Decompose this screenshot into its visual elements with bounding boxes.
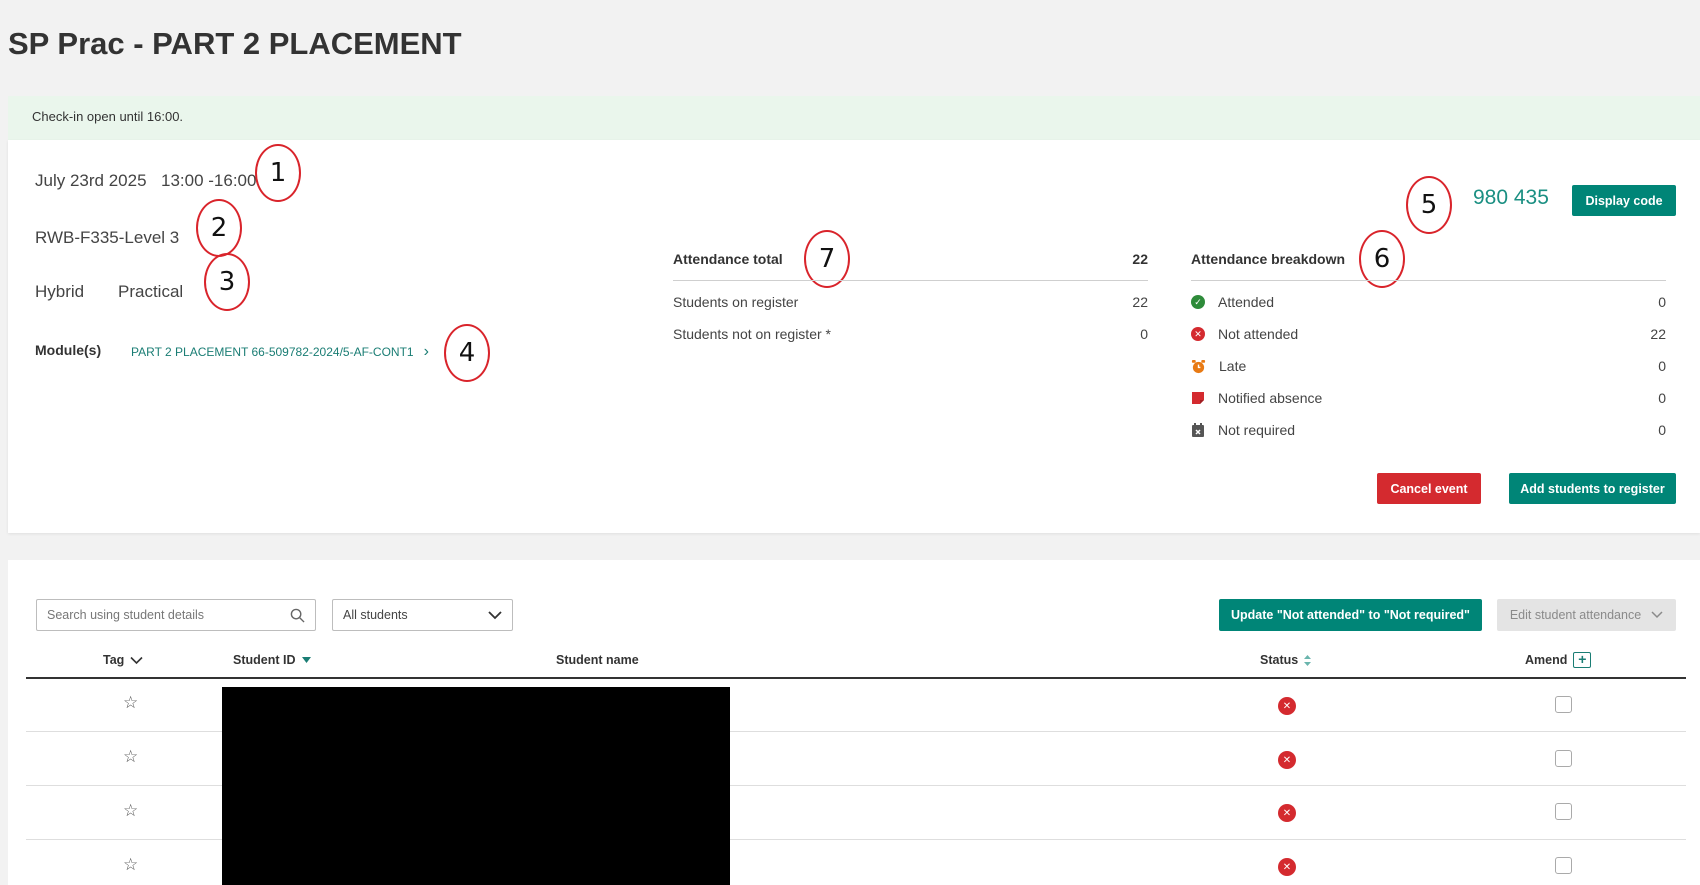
breakdown-row-not-required: Not required 0 <box>1191 422 1666 438</box>
breakdown-row-not-attended: ✕ Not attended 22 <box>1191 326 1666 342</box>
breakdown-value: 0 <box>1658 422 1666 438</box>
calendar-x-icon <box>1192 422 1204 437</box>
attendance-breakdown-title: Attendance breakdown <box>1191 251 1346 267</box>
star-icon[interactable]: ☆ <box>123 855 138 875</box>
update-not-attended-button[interactable]: Update "Not attended" to "Not required" <box>1219 599 1482 631</box>
edit-student-attendance-button[interactable]: Edit student attendance <box>1497 599 1676 631</box>
students-not-on-register-value: 0 <box>1140 326 1148 342</box>
display-code-button[interactable]: Display code <box>1572 185 1676 216</box>
redacted-student-details <box>222 687 730 885</box>
annotation-marker-4: 4 <box>444 324 490 382</box>
breakdown-row-notified-absence: Notified absence 0 <box>1191 390 1666 406</box>
checkin-banner: Check-in open until 16:00. <box>8 96 1700 141</box>
page-title: SP Prac - PART 2 PLACEMENT <box>8 26 462 61</box>
x-circle-icon: ✕ <box>1278 858 1296 876</box>
students-not-on-register-label: Students not on register * <box>673 326 831 342</box>
amend-checkbox[interactable] <box>1555 696 1572 713</box>
event-mode: Hybrid <box>35 282 85 301</box>
column-header-student-id[interactable]: Student ID <box>233 653 311 667</box>
event-date: July 23rd 2025 <box>35 171 147 190</box>
search-input[interactable]: Search using student details <box>36 599 316 631</box>
students-on-register-value: 22 <box>1132 294 1148 310</box>
alarm-clock-icon <box>1191 359 1206 373</box>
student-list-card: Search using student details All student… <box>8 560 1700 885</box>
event-time: 13:00 -16:00 <box>161 171 257 190</box>
breakdown-row-late: Late 0 <box>1191 358 1666 374</box>
chevron-down-icon <box>130 656 143 664</box>
breakdown-label: Attended <box>1218 294 1275 310</box>
column-header-label: Amend <box>1525 653 1568 667</box>
column-header-label: Student ID <box>233 653 296 667</box>
breakdown-label: Not attended <box>1218 326 1299 342</box>
check-circle-icon: ✓ <box>1191 295 1205 309</box>
x-circle-icon: ✕ <box>1191 327 1205 341</box>
attendance-total-divider <box>673 280 1148 281</box>
breakdown-value: 0 <box>1658 294 1666 310</box>
column-header-amend: Amend + <box>1525 652 1592 668</box>
column-header-student-name: Student name <box>556 653 639 667</box>
modules-label: Module(s) <box>35 342 102 358</box>
search-placeholder: Search using student details <box>47 608 205 622</box>
star-icon[interactable]: ☆ <box>123 747 138 767</box>
x-circle-icon: ✕ <box>1278 751 1296 769</box>
attendance-total-title: Attendance total <box>673 251 783 267</box>
chevron-down-icon <box>488 611 502 620</box>
sort-icon <box>1304 654 1312 666</box>
students-on-register-label: Students on register <box>673 294 799 310</box>
cancel-event-button[interactable]: Cancel event <box>1377 473 1481 504</box>
breakdown-value: 0 <box>1658 358 1666 374</box>
breakdown-value: 0 <box>1658 390 1666 406</box>
annotation-marker-3: 3 <box>204 253 250 311</box>
column-header-tag[interactable]: Tag <box>103 653 143 667</box>
annotation-marker-1: 1 <box>255 144 301 202</box>
column-header-label: Status <box>1260 653 1299 667</box>
edit-attendance-label: Edit student attendance <box>1509 608 1642 622</box>
add-students-button[interactable]: Add students to register <box>1509 473 1676 504</box>
event-room: RWB-F335-Level 3 <box>35 228 180 247</box>
x-circle-icon: ✕ <box>1278 697 1296 715</box>
star-icon[interactable]: ☆ <box>123 693 138 713</box>
column-header-label: Tag <box>103 653 125 667</box>
event-summary-card: July 23rd 2025 13:00 -16:00 1 RWB-F335-L… <box>8 140 1700 533</box>
filter-selected-value: All students <box>343 608 408 622</box>
breakdown-label: Late <box>1219 358 1247 374</box>
breakdown-label: Not required <box>1218 422 1296 438</box>
annotation-marker-5: 5 <box>1406 176 1452 234</box>
attendance-total-value: 22 <box>1132 251 1148 267</box>
amend-checkbox[interactable] <box>1555 750 1572 767</box>
module-link[interactable]: PART 2 PLACEMENT 66-509782-2024/5-AF-CON… <box>131 343 429 361</box>
annotation-marker-2: 2 <box>196 199 242 257</box>
attendance-breakdown-divider <box>1191 280 1666 281</box>
breakdown-label: Notified absence <box>1218 390 1323 406</box>
add-amend-icon[interactable]: + <box>1573 652 1592 668</box>
star-icon[interactable]: ☆ <box>123 801 138 821</box>
student-filter-select[interactable]: All students <box>332 599 513 631</box>
column-header-status[interactable]: Status <box>1260 653 1312 667</box>
note-icon <box>1192 392 1204 404</box>
amend-checkbox[interactable] <box>1555 857 1572 874</box>
checkin-code: 980 435 <box>1473 186 1549 209</box>
amend-checkbox[interactable] <box>1555 803 1572 820</box>
column-header-label: Student name <box>556 653 639 667</box>
event-type: Practical <box>118 282 184 301</box>
chevron-down-icon <box>1651 611 1663 619</box>
search-icon <box>290 608 305 623</box>
sort-descending-icon <box>301 657 311 663</box>
breakdown-row-attended: ✓ Attended 0 <box>1191 294 1666 310</box>
breakdown-value: 22 <box>1650 326 1666 342</box>
x-circle-icon: ✕ <box>1278 804 1296 822</box>
module-link-text: PART 2 PLACEMENT 66-509782-2024/5-AF-CON… <box>131 345 414 359</box>
chevron-right-icon: › <box>423 343 429 360</box>
